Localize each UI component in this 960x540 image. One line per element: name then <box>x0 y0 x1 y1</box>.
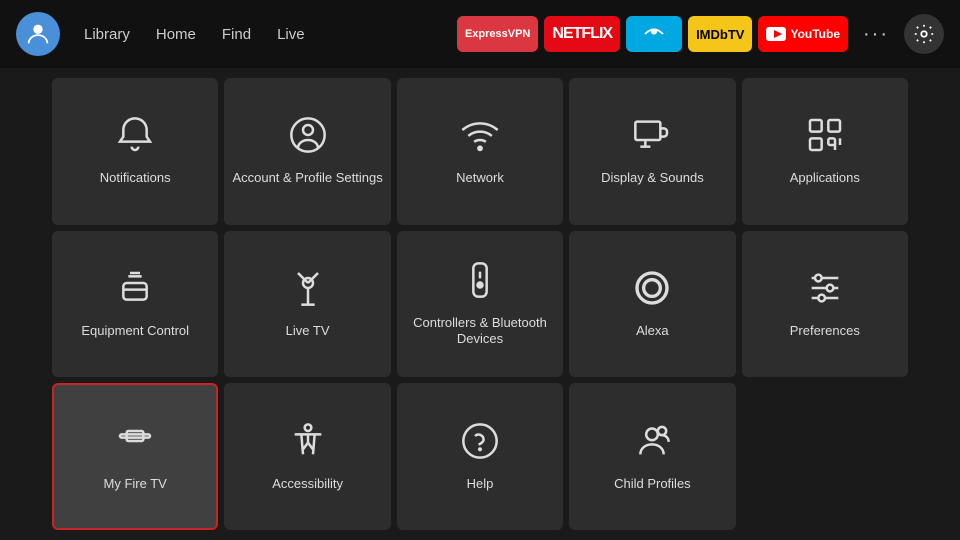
grid-label-display-sounds: Display & Sounds <box>601 170 704 187</box>
nav-find[interactable]: Find <box>212 20 261 49</box>
nav-links: Library Home Find Live <box>74 20 315 49</box>
grid-item-applications[interactable]: Applications <box>742 78 908 225</box>
grid-item-child-profiles[interactable]: Child Profiles <box>569 383 735 530</box>
grid-item-my-fire-tv[interactable]: My Fire TV <box>52 383 218 530</box>
grid-item-preferences[interactable]: Preferences <box>742 231 908 378</box>
youtube-icon[interactable]: YouTube <box>758 16 848 52</box>
grid-item-network[interactable]: Network <box>397 78 563 225</box>
expressvpn-icon[interactable]: ExpressVPN <box>457 16 538 52</box>
grid-label-my-fire-tv: My Fire TV <box>104 476 167 493</box>
child-profile-icon <box>632 421 672 466</box>
remote-icon <box>460 260 500 305</box>
prime-video-icon[interactable] <box>626 16 682 52</box>
monitor-sound-icon <box>632 115 672 160</box>
grid-item-live-tv[interactable]: Live TV <box>224 231 390 378</box>
grid-label-network: Network <box>456 170 504 187</box>
grid-label-child-profiles: Child Profiles <box>614 476 691 493</box>
accessibility-icon <box>288 421 328 466</box>
grid-item-display-sounds[interactable]: Display & Sounds <box>569 78 735 225</box>
grid-item-alexa[interactable]: Alexa <box>569 231 735 378</box>
grid-item-account-profile[interactable]: Account & Profile Settings <box>224 78 390 225</box>
firetv-icon <box>115 421 155 466</box>
help-circle-icon <box>460 421 500 466</box>
nav-library[interactable]: Library <box>74 20 140 49</box>
app-icons: ExpressVPN NETFLIX IMDbTV YouTube <box>457 16 848 52</box>
grid-label-preferences: Preferences <box>790 323 860 340</box>
grid-label-alexa: Alexa <box>636 323 669 340</box>
top-nav: Library Home Find Live ExpressVPN NETFLI… <box>0 0 960 68</box>
grid-label-notifications: Notifications <box>100 170 171 187</box>
grid-label-controllers-bluetooth: Controllers & Bluetooth Devices <box>405 315 555 349</box>
more-button[interactable]: ··· <box>858 16 894 52</box>
bell-icon <box>115 115 155 160</box>
avatar[interactable] <box>16 12 60 56</box>
sliders-icon <box>805 268 845 313</box>
netflix-icon[interactable]: NETFLIX <box>544 16 620 52</box>
settings-button[interactable] <box>904 14 944 54</box>
grid-label-equipment-control: Equipment Control <box>81 323 189 340</box>
apps-grid-icon <box>805 115 845 160</box>
alexa-ring-icon <box>632 268 672 313</box>
person-circle-icon <box>288 115 328 160</box>
grid-item-help[interactable]: Help <box>397 383 563 530</box>
grid-item-controllers-bluetooth[interactable]: Controllers & Bluetooth Devices <box>397 231 563 378</box>
grid-item-notifications[interactable]: Notifications <box>52 78 218 225</box>
grid-item-accessibility[interactable]: Accessibility <box>224 383 390 530</box>
grid-label-live-tv: Live TV <box>286 323 330 340</box>
nav-live[interactable]: Live <box>267 20 315 49</box>
settings-grid: Notifications Account & Profile Settings N… <box>0 68 960 540</box>
wifi-icon <box>460 115 500 160</box>
grid-item-equipment-control[interactable]: Equipment Control <box>52 231 218 378</box>
nav-home[interactable]: Home <box>146 20 206 49</box>
imdb-icon[interactable]: IMDbTV <box>688 16 752 52</box>
grid-label-accessibility: Accessibility <box>272 476 343 493</box>
antenna-icon <box>288 268 328 313</box>
tv-remote-icon <box>115 268 155 313</box>
grid-label-account-profile: Account & Profile Settings <box>232 170 382 187</box>
grid-label-applications: Applications <box>790 170 860 187</box>
grid-label-help: Help <box>467 476 494 493</box>
